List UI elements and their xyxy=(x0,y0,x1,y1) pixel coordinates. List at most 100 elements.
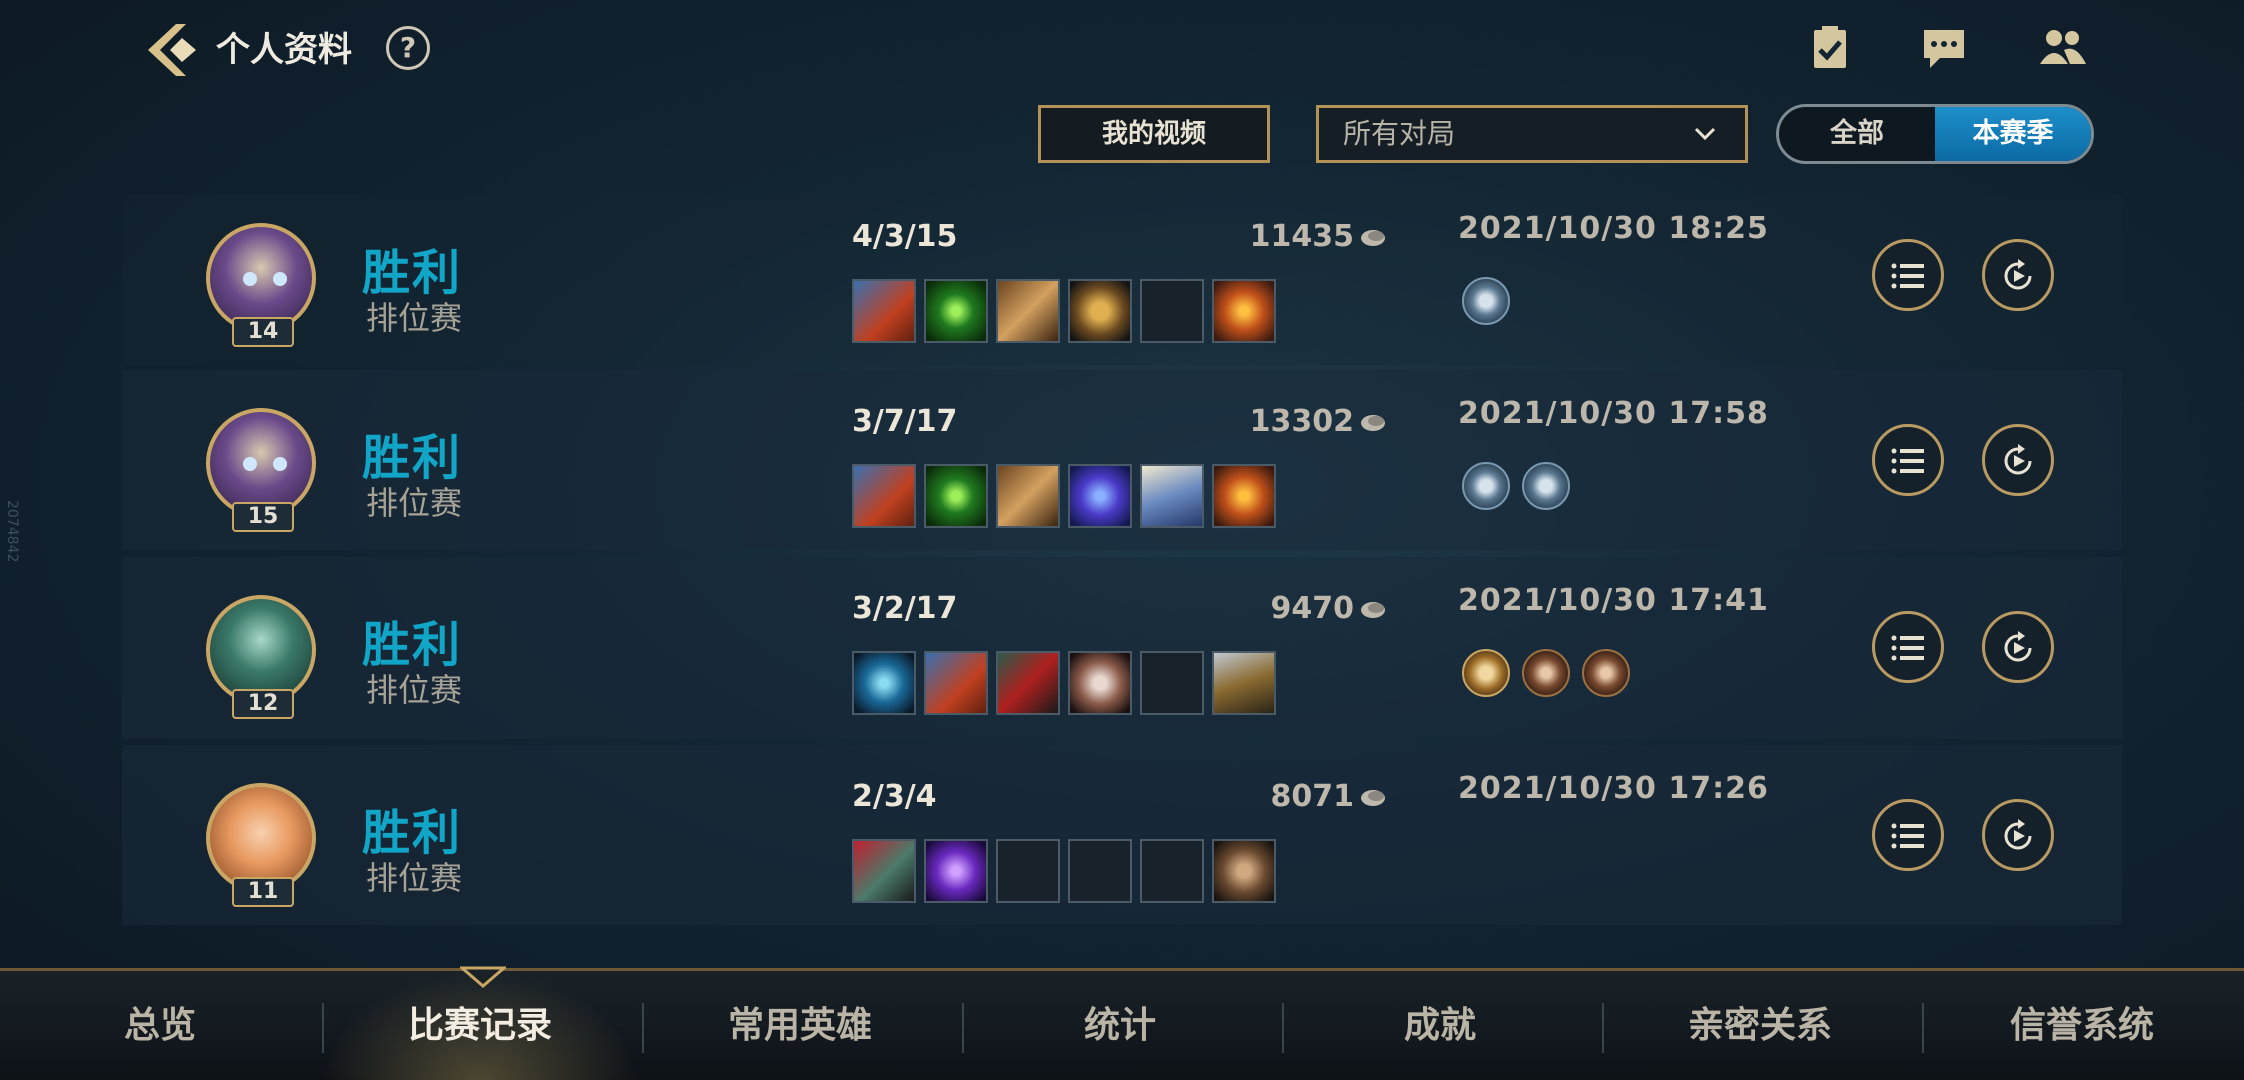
item-list xyxy=(852,839,1276,903)
item-slot-empty xyxy=(1140,651,1204,715)
kda: 3/7/17 xyxy=(852,404,958,439)
item-slot xyxy=(1068,279,1132,343)
gold-icon xyxy=(1361,229,1385,246)
match-row[interactable]: 14 胜利 排位赛 4/3/15 11435 2021/10/30 18:25 xyxy=(122,195,2122,365)
friends-icon[interactable] xyxy=(2036,24,2086,72)
item-slot-empty xyxy=(1140,279,1204,343)
scope-toggle[interactable]: 全部 本赛季 xyxy=(1776,104,2094,164)
item-slot-empty xyxy=(1140,839,1204,903)
trinket-slot xyxy=(1212,839,1276,903)
badge-list xyxy=(1462,277,1510,325)
tab-achievements[interactable]: 成就 xyxy=(1280,971,1600,1080)
my-videos-button[interactable]: 我的视频 xyxy=(1038,105,1270,163)
champion-level: 14 xyxy=(232,317,294,347)
gold-value: 9470 xyxy=(1270,591,1355,626)
tab-statistics[interactable]: 统计 xyxy=(960,971,1280,1080)
back-button[interactable] xyxy=(142,22,202,78)
bottom-tab-bar: 总览 比赛记录 常用英雄 统计 成就 亲密关系 信誉系统 xyxy=(0,968,2244,1080)
tab-relationships[interactable]: 亲密关系 xyxy=(1600,971,1920,1080)
tower-badge-icon xyxy=(1582,649,1630,697)
side-id-text: 2074842 xyxy=(4,500,20,563)
page-title: 个人资料 xyxy=(216,30,352,70)
item-slot xyxy=(852,651,916,715)
kda: 2/3/4 xyxy=(852,779,937,814)
replay-icon xyxy=(2004,259,2032,290)
gold-value: 11435 xyxy=(1249,219,1354,254)
champion-level: 15 xyxy=(232,502,294,532)
replay-button[interactable] xyxy=(1982,424,2054,496)
match-row[interactable]: 15 胜利 排位赛 3/7/17 13302 2021/10/30 17:58 xyxy=(122,370,2122,550)
item-slot xyxy=(852,839,916,903)
item-list xyxy=(852,651,1276,715)
item-slot xyxy=(1068,651,1132,715)
match-mode: 排位赛 xyxy=(366,671,463,709)
item-list xyxy=(852,464,1276,528)
flag-badge-icon xyxy=(1462,277,1510,325)
match-detail-button[interactable] xyxy=(1872,239,1944,311)
match-detail-button[interactable] xyxy=(1872,799,1944,871)
item-slot xyxy=(924,279,988,343)
item-slot xyxy=(996,464,1060,528)
toggle-all[interactable]: 全部 xyxy=(1779,107,1935,161)
item-slot xyxy=(1140,464,1204,528)
champion-level: 11 xyxy=(232,877,294,907)
item-slot-empty xyxy=(996,839,1060,903)
replay-button[interactable] xyxy=(1982,611,2054,683)
champion-avatar: 15 xyxy=(206,408,320,558)
tab-honor-system[interactable]: 信誉系统 xyxy=(1920,971,2244,1080)
champion-level: 12 xyxy=(232,689,294,719)
champion-avatar: 14 xyxy=(206,223,320,373)
gold-earned: 8071 xyxy=(1226,779,1386,814)
tab-favorite-champions[interactable]: 常用英雄 xyxy=(640,971,960,1080)
shield-badge-icon xyxy=(1522,462,1570,510)
item-slot xyxy=(924,464,988,528)
replay-icon xyxy=(2004,444,2032,475)
gold-earned: 11435 xyxy=(1226,219,1386,254)
match-filter-value: 所有对局 xyxy=(1343,117,1456,150)
match-detail-button[interactable] xyxy=(1872,424,1944,496)
item-slot xyxy=(996,651,1060,715)
list-icon xyxy=(1891,635,1924,661)
trinket-slot xyxy=(1212,279,1276,343)
match-datetime: 2021/10/30 17:58 xyxy=(1458,396,1769,431)
match-datetime: 2021/10/30 17:41 xyxy=(1458,583,1769,618)
champion-avatar: 11 xyxy=(206,783,320,933)
item-slot xyxy=(924,839,988,903)
list-icon xyxy=(1891,448,1924,474)
match-mode: 排位赛 xyxy=(366,859,463,897)
gold-icon xyxy=(1361,789,1385,806)
toggle-season[interactable]: 本赛季 xyxy=(1935,107,2091,161)
match-detail-button[interactable] xyxy=(1872,611,1944,683)
s-rank-badge-icon xyxy=(1462,649,1510,697)
gold-value: 8071 xyxy=(1270,779,1355,814)
match-row[interactable]: 12 胜利 排位赛 3/2/17 9470 2021/10/30 17:41 xyxy=(122,557,2122,739)
gold-icon xyxy=(1361,414,1385,431)
item-slot xyxy=(996,279,1060,343)
match-mode: 排位赛 xyxy=(366,299,463,337)
match-datetime: 2021/10/30 18:25 xyxy=(1458,211,1769,246)
back-arrow-icon xyxy=(148,24,196,76)
tab-overview[interactable]: 总览 xyxy=(0,971,320,1080)
gold-value: 13302 xyxy=(1249,404,1354,439)
replay-icon xyxy=(2004,819,2032,850)
help-icon[interactable]: ? xyxy=(386,26,430,70)
list-icon xyxy=(1891,263,1924,289)
match-row[interactable]: 11 胜利 排位赛 2/3/4 8071 2021/10/30 17:26 xyxy=(122,745,2122,925)
kda: 3/2/17 xyxy=(852,591,958,626)
chevron-down-icon xyxy=(1694,127,1716,141)
replay-button[interactable] xyxy=(1982,799,2054,871)
task-icon[interactable] xyxy=(1806,24,1854,72)
kda: 4/3/15 xyxy=(852,219,958,254)
item-slot xyxy=(1068,464,1132,528)
replay-button[interactable] xyxy=(1982,239,2054,311)
skull-badge-icon xyxy=(1522,649,1570,697)
gold-icon xyxy=(1361,601,1385,618)
item-slot xyxy=(852,464,916,528)
champion-avatar: 12 xyxy=(206,595,320,745)
flag-badge-icon xyxy=(1462,462,1510,510)
chat-icon[interactable] xyxy=(1920,24,1968,72)
item-slot xyxy=(924,651,988,715)
item-list xyxy=(852,279,1276,343)
match-filter-select[interactable]: 所有对局 xyxy=(1316,105,1748,163)
list-icon xyxy=(1891,823,1924,849)
